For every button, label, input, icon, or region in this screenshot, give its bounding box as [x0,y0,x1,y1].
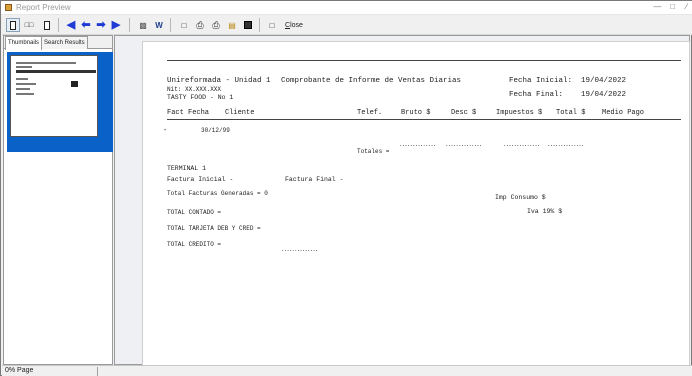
open-folder-icon: ▤ [228,20,236,30]
app-icon [5,4,12,11]
preview-area[interactable]: Unireformada - Unidad 1 Comprobante de I… [114,35,690,372]
totales-label: Totales = [357,148,390,155]
toolbar-separator [259,18,260,32]
zoom-button[interactable]: ▩ [136,18,150,32]
thumbnail-line [71,81,78,87]
close-button-label: lose [290,21,303,29]
fecha-inicial-value: 19/04/2022 [581,77,627,85]
page-setup-icon: □ [181,20,187,30]
multi-page-icon [44,20,50,30]
total-facturas-text: Total Facturas Generadas = 0 [167,190,268,197]
thumbnail-page-1[interactable] [7,52,113,152]
maximize-button[interactable]: □ [666,1,679,14]
status-separator [97,367,98,376]
thumbnail-image [10,55,98,137]
col-cliente: Cliente [225,109,255,117]
col-fecha: Fecha [188,109,210,117]
multi-page-button[interactable] [40,18,54,32]
zoom-icon: ▩ [139,20,147,30]
close-button[interactable]: Close [282,18,306,32]
next-page-button[interactable]: ➡ [94,18,108,32]
fecha-inicial-label: Fecha Inicial: [509,77,573,85]
minimize-button[interactable]: — [651,1,664,14]
page-setup-button[interactable]: □ [177,18,191,32]
imp-consumo-label: Imp Consumo $ [495,194,546,201]
fecha-final-label: Fecha Final: [509,91,564,99]
thumbnail-line [16,93,34,95]
col-total: Total $ [556,109,586,117]
word-icon: W [155,20,163,30]
prev-page-button[interactable]: ⬅ [79,18,93,32]
total-tarjeta-label: TOTAL TARJETA DEB Y CRED = [167,225,261,232]
print-button[interactable]: ⎙ [193,18,207,32]
total-contado-label: TOTAL CONTADO = [167,209,222,216]
thumbnail-line [16,62,76,64]
next-page-icon: ➡ [96,19,106,31]
columns-rule [167,119,681,120]
thumbnail-line [16,88,30,90]
single-page-icon [10,20,16,30]
total-total-line: .............. [547,141,584,148]
company-name: Unireformada - Unidad 1 [167,77,271,85]
single-page-button[interactable] [6,18,20,32]
total-credito-label: TOTAL CREDITO = [167,241,222,248]
two-page-icon: □□ [24,21,34,29]
thumbnail-line [16,83,36,85]
status-page-text: 0% Page [5,367,34,374]
terminal-label: TERMINAL 1 [167,165,207,172]
store-name: TASTY FOOD - No 1 [167,94,234,101]
toolbar-separator [170,18,171,32]
col-impuestos: Impuestos $ [496,109,543,117]
tab-search-results[interactable]: Search Results [41,36,88,49]
row-dash: - [163,127,168,135]
last-page-button[interactable]: ▶ [109,18,123,32]
total-desc-line: .............. [445,141,482,148]
factura-inicial-label: Factura Inicial - [167,176,234,183]
word-export-button[interactable]: W [152,18,166,32]
col-bruto: Bruto $ [401,109,431,117]
toolbar-separator [58,18,59,32]
first-page-button[interactable]: ◀ [64,18,78,32]
total-bruto-line: .............. [399,141,436,148]
toolbar-separator [129,18,130,32]
title-bar: Report Preview — □ ∕ [1,1,692,15]
close-window-button[interactable]: ∕ [681,1,692,14]
save-button[interactable] [241,18,255,32]
col-fact: Fact [167,109,184,117]
thumbnail-line [16,70,96,73]
factura-final-label: Factura Final - [285,176,344,183]
document-title: Comprobante de Informe de Ventas Diarias [281,77,462,85]
window-title: Report Preview [16,3,71,12]
row-fecha: 30/12/99 [201,127,230,134]
print-setup-button[interactable]: ⎙ [209,18,223,32]
status-bar: 0% Page [2,365,692,376]
printer-icon: ⎙ [212,19,220,30]
thumbnail-line [16,66,32,68]
header-top-rule [167,60,681,61]
iva-label: Iva 19% $ [527,208,563,215]
open-button[interactable]: ▤ [225,18,239,32]
thumbnail-pane: Thumbnails Search Results [3,35,113,365]
thumbnail-line [16,78,28,80]
pane-tabs: Thumbnails Search Results [4,36,112,50]
save-disk-icon [244,21,252,29]
first-page-icon: ◀ [66,19,76,31]
exit-button[interactable]: □ [265,18,279,32]
col-medio-pago: Medio Pago [602,109,645,117]
total-impuestos-line: .............. [503,141,540,148]
print-icon: ⎙ [196,19,204,30]
total-credito-line: .............. [281,246,318,253]
report-preview-window: Report Preview — □ ∕ □□ ◀ ⬅ ➡ ▶ ▩ W □ ⎙ … [0,0,692,376]
prev-page-icon: ⬅ [81,19,91,31]
exit-icon: □ [269,20,275,30]
nit-text: Nit: XX.XXX.XXX [167,86,222,93]
two-page-button[interactable]: □□ [22,18,36,32]
tab-thumbnails[interactable]: Thumbnails [5,36,43,50]
col-telef: Telef. [357,109,383,117]
toolbar: □□ ◀ ⬅ ➡ ▶ ▩ W □ ⎙ ⎙ ▤ □ Close [2,15,692,35]
col-desc: Desc $ [451,109,477,117]
report-page: Unireformada - Unidad 1 Comprobante de I… [143,42,689,372]
last-page-icon: ▶ [111,19,121,31]
fecha-final-value: 19/04/2022 [581,91,627,99]
